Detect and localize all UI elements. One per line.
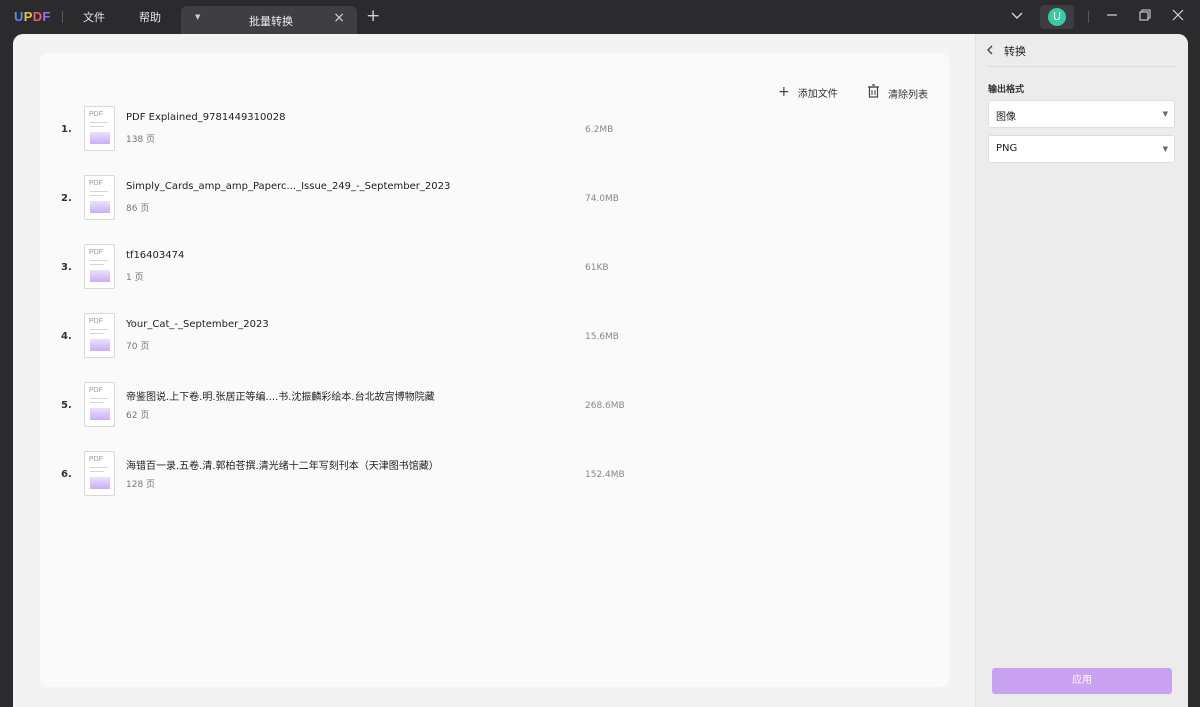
file-pages: 128 页 [126,480,156,490]
minimize-icon[interactable] [1106,9,1118,25]
file-size: 268.6MB [585,401,625,411]
updf-logo[interactable]: UPDF [14,9,51,24]
file-index: 2. [61,193,72,204]
divider [1088,11,1089,23]
add-files-button[interactable]: + 添加文件 [778,84,838,100]
file-name: 帝鉴图说.上下卷.明.张居正等编....书.沈振麟彩绘本.台北故宫博物院藏 [126,392,435,403]
menu-file[interactable]: 文件 [83,9,105,25]
title-bar: UPDF 文件 帮助 ▼ 批量转换 × + U [0,0,1200,34]
pdf-file-icon: PDF [84,244,115,289]
file-name: 海错百一录.五卷.清.郭柏苍撰.清光绪十二年写刻刊本（天津图书馆藏） [126,461,439,472]
file-pages: 86 页 [126,204,150,214]
file-index: 4. [61,331,72,342]
file-row[interactable]: 6. PDF 海错百一录.五卷.清.郭柏苍撰.清光绪十二年写刻刊本（天津图书馆藏… [40,449,949,509]
format-select[interactable]: 图像 ▼ [988,100,1175,128]
file-row[interactable]: 2. PDF Simply_Cards_amp_amp_Paperc..._Is… [40,173,949,233]
clear-list-label: 清除列表 [888,89,928,101]
close-window-icon[interactable] [1172,9,1184,25]
file-size: 152.4MB [585,470,625,480]
add-files-label: 添加文件 [797,88,838,100]
file-index: 5. [61,400,72,411]
file-size: 6.2MB [585,125,614,135]
pdf-file-icon: PDF [84,382,115,427]
caret-down-icon: ▼ [1162,145,1168,153]
pdf-file-icon: PDF [84,313,115,358]
file-pages: 70 页 [126,342,150,352]
tab-batch-convert[interactable]: ▼ 批量转换 × [181,6,357,34]
panel-header: 转换 [986,43,1026,59]
file-pages: 138 页 [126,135,156,145]
file-row[interactable]: 4. PDF Your_Cat_-_September_2023 70 页 15… [40,311,949,371]
caret-down-icon: ▼ [1162,110,1168,118]
file-name: PDF Explained_9781449310028 [126,112,286,123]
output-format-label: 输出格式 [988,85,1025,95]
restore-icon[interactable] [1139,9,1151,25]
pdf-file-icon: PDF [84,451,115,496]
menu-help[interactable]: 帮助 [139,9,161,25]
file-row[interactable]: 5. PDF 帝鉴图说.上下卷.明.张居正等编....书.沈振麟彩绘本.台北故宫… [40,380,949,440]
chevron-left-icon[interactable] [986,44,994,58]
main-window: + 添加文件 清除列表 1. PDF PDF Explained_9781449… [13,34,1188,707]
file-list-panel: + 添加文件 清除列表 1. PDF PDF Explained_9781449… [40,53,949,687]
divider [988,66,1176,67]
file-row[interactable]: 1. PDF PDF Explained_9781449310028 138 页… [40,104,949,164]
file-pages: 1 页 [126,273,144,283]
panel-title: 转换 [1004,45,1026,58]
file-index: 1. [61,124,72,135]
image-type-select[interactable]: PNG ▼ [988,135,1175,163]
clear-list-button[interactable]: 清除列表 [867,84,928,102]
caret-down-icon[interactable]: ▼ [195,13,200,21]
file-size: 74.0MB [585,194,619,204]
pdf-file-icon: PDF [84,106,115,151]
file-pages: 62 页 [126,411,150,421]
file-size: 15.6MB [585,332,619,342]
pdf-file-icon: PDF [84,175,115,220]
convert-side-panel: 转换 输出格式 图像 ▼ PNG ▼ 应用 [975,34,1188,707]
user-avatar[interactable]: U [1040,5,1074,29]
trash-icon [867,84,880,102]
tab-label: 批量转换 [249,15,293,28]
file-name: Simply_Cards_amp_amp_Paperc..._Issue_249… [126,181,451,192]
plus-icon: + [778,84,790,100]
add-tab-icon[interactable]: + [366,8,380,25]
close-tab-icon[interactable]: × [333,10,345,26]
chevron-down-icon[interactable] [1011,9,1023,24]
divider [62,11,63,23]
file-name: tf16403474 [126,250,185,261]
file-index: 3. [61,262,72,273]
apply-button[interactable]: 应用 [992,668,1172,694]
file-row[interactable]: 3. PDF tf16403474 1 页 61KB [40,242,949,302]
image-type-value: PNG [996,143,1018,154]
avatar-letter: U [1048,8,1066,26]
file-name: Your_Cat_-_September_2023 [126,319,269,330]
format-select-value: 图像 [996,112,1016,123]
file-index: 6. [61,469,72,480]
file-size: 61KB [585,263,609,273]
